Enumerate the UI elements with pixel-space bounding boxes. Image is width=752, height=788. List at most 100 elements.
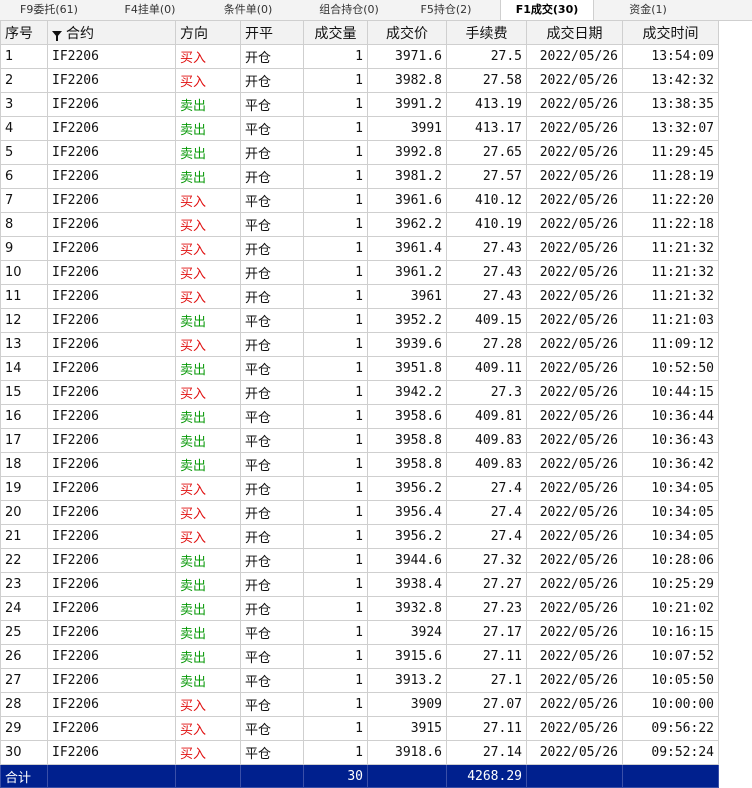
- tab-conditional[interactable]: 条件单(0): [210, 0, 286, 20]
- cell-volume: 1: [303, 740, 368, 765]
- table-row[interactable]: 24 IF2206 卖出 开仓 1 3932.8 27.23 2022/05/26 10:21:…: [0, 596, 719, 621]
- table-row[interactable]: 13 IF2206 买入 开仓 1 3939.6 27.28 2022/05/26 11:09:…: [0, 332, 719, 357]
- cell-direction: 买入: [175, 236, 241, 261]
- table-row[interactable]: 30 IF2206 买入 平仓 1 3918.6 27.14 2022/05/26 09:52:…: [0, 740, 719, 765]
- col-header-offset[interactable]: 开平: [240, 20, 304, 45]
- table-row[interactable]: 14 IF2206 卖出 平仓 1 3951.8 409.11 2022/05/26 10:52…: [0, 356, 719, 381]
- cell-time: 10:36:43: [622, 428, 719, 453]
- table-row[interactable]: 8 IF2206 买入 平仓 1 3962.2 410.19 2022/05/26 11:22:…: [0, 212, 719, 237]
- cell-date: 2022/05/26: [526, 596, 623, 621]
- table-row[interactable]: 12 IF2206 卖出 平仓 1 3952.2 409.15 2022/05/26 11:21…: [0, 308, 719, 333]
- table-row[interactable]: 19 IF2206 买入 开仓 1 3956.2 27.4 2022/05/26 10:34:0…: [0, 476, 719, 501]
- table-row[interactable]: 15 IF2206 买入 开仓 1 3942.2 27.3 2022/05/26 10:44:1…: [0, 380, 719, 405]
- table-row[interactable]: 29 IF2206 买入 平仓 1 3915 27.11 2022/05/26 09:56:22: [0, 716, 719, 741]
- cell-price: 3956.2: [367, 524, 447, 549]
- cell-price: 3981.2: [367, 164, 447, 189]
- cell-price: 3958.6: [367, 404, 447, 429]
- col-header-contract[interactable]: 合约: [47, 20, 176, 45]
- cell-contract: IF2206: [47, 260, 176, 285]
- cell-fee: 27.4: [446, 476, 527, 501]
- cell-fee: 27.43: [446, 260, 527, 285]
- cell-seq: 2: [0, 68, 48, 93]
- cell-offset: 平仓: [240, 452, 304, 477]
- tab-trades[interactable]: F1成交(30): [500, 0, 594, 20]
- cell-time: 10:16:15: [622, 620, 719, 645]
- col-header-volume[interactable]: 成交量: [303, 20, 368, 45]
- col-header-seq[interactable]: 序号: [0, 20, 48, 45]
- table-row[interactable]: 18 IF2206 卖出 平仓 1 3958.8 409.83 2022/05/26 10:36…: [0, 452, 719, 477]
- cell-offset: 平仓: [240, 716, 304, 741]
- table-row[interactable]: 7 IF2206 买入 平仓 1 3961.6 410.12 2022/05/26 11:22:…: [0, 188, 719, 213]
- cell-contract: IF2206: [47, 548, 176, 573]
- cell-direction: 买入: [175, 692, 241, 717]
- table-row[interactable]: 25 IF2206 卖出 平仓 1 3924 27.17 2022/05/26 10:16:15: [0, 620, 719, 645]
- table-row[interactable]: 16 IF2206 卖出 平仓 1 3958.6 409.81 2022/05/26 10:36…: [0, 404, 719, 429]
- cell-offset: 平仓: [240, 620, 304, 645]
- cell-date: 2022/05/26: [526, 572, 623, 597]
- cell-seq: 27: [0, 668, 48, 693]
- col-header-direction[interactable]: 方向: [175, 20, 241, 45]
- table-row[interactable]: 21 IF2206 买入 开仓 1 3956.2 27.4 2022/05/26 10:34:0…: [0, 524, 719, 549]
- table-row[interactable]: 2 IF2206 买入 开仓 1 3982.8 27.58 2022/05/26 13:42:3…: [0, 68, 719, 93]
- cell-volume: 1: [303, 548, 368, 573]
- col-header-fee[interactable]: 手续费: [446, 20, 527, 45]
- tab-funds[interactable]: 资金(1): [610, 0, 686, 20]
- cell-contract: IF2206: [47, 308, 176, 333]
- table-row[interactable]: 10 IF2206 买入 开仓 1 3961.2 27.43 2022/05/26 11:21:…: [0, 260, 719, 285]
- table-row[interactable]: 20 IF2206 买入 开仓 1 3956.4 27.4 2022/05/26 10:34:0…: [0, 500, 719, 525]
- cell-contract: IF2206: [47, 500, 176, 525]
- total-label: 合计: [0, 764, 48, 788]
- cell-seq: 7: [0, 188, 48, 213]
- tab-orders[interactable]: F9委托(61): [6, 0, 92, 20]
- cell-date: 2022/05/26: [526, 476, 623, 501]
- cell-volume: 1: [303, 668, 368, 693]
- cell-volume: 1: [303, 188, 368, 213]
- cell-contract: IF2206: [47, 116, 176, 141]
- cell-offset: 平仓: [240, 668, 304, 693]
- tab-pending[interactable]: F4挂单(0): [110, 0, 190, 20]
- cell-volume: 1: [303, 524, 368, 549]
- table-row[interactable]: 6 IF2206 卖出 开仓 1 3981.2 27.57 2022/05/26 11:28:1…: [0, 164, 719, 189]
- cell-seq: 20: [0, 500, 48, 525]
- cell-date: 2022/05/26: [526, 212, 623, 237]
- cell-direction: 买入: [175, 500, 241, 525]
- cell-volume: 1: [303, 716, 368, 741]
- table-row[interactable]: 5 IF2206 卖出 开仓 1 3992.8 27.65 2022/05/26 11:29:4…: [0, 140, 719, 165]
- table-row[interactable]: 3 IF2206 卖出 平仓 1 3991.2 413.19 2022/05/26 13:38:…: [0, 92, 719, 117]
- cell-volume: 1: [303, 596, 368, 621]
- cell-time: 11:21:03: [622, 308, 719, 333]
- table-row[interactable]: 1 IF2206 买入 开仓 1 3971.6 27.5 2022/05/26 13:54:09: [0, 44, 719, 69]
- table-row[interactable]: 4 IF2206 卖出 平仓 1 3991 413.17 2022/05/26 13:32:07: [0, 116, 719, 141]
- table-row[interactable]: 22 IF2206 卖出 开仓 1 3944.6 27.32 2022/05/26 10:28:…: [0, 548, 719, 573]
- cell-offset: 平仓: [240, 116, 304, 141]
- table-row[interactable]: 26 IF2206 卖出 平仓 1 3915.6 27.11 2022/05/26 10:07:…: [0, 644, 719, 669]
- cell-date: 2022/05/26: [526, 524, 623, 549]
- cell-time: 13:42:32: [622, 68, 719, 93]
- tab-bar: F9委托(61) F4挂单(0) 条件单(0) 组合持仓(0) F5持仓(2) …: [0, 0, 752, 21]
- tab-combo-positions[interactable]: 组合持仓(0): [304, 0, 394, 20]
- tab-positions[interactable]: F5持仓(2): [404, 0, 488, 20]
- col-header-date[interactable]: 成交日期: [526, 20, 623, 45]
- table-row[interactable]: 17 IF2206 卖出 平仓 1 3958.8 409.83 2022/05/26 10:36…: [0, 428, 719, 453]
- filter-icon[interactable]: [52, 30, 62, 41]
- cell-volume: 1: [303, 308, 368, 333]
- cell-offset: 平仓: [240, 644, 304, 669]
- cell-price: 3944.6: [367, 548, 447, 573]
- cell-fee: 409.15: [446, 308, 527, 333]
- cell-time: 13:54:09: [622, 44, 719, 69]
- col-header-price[interactable]: 成交价: [367, 20, 447, 45]
- col-header-time[interactable]: 成交时间: [622, 20, 719, 45]
- cell-fee: 27.43: [446, 284, 527, 309]
- cell-time: 11:22:20: [622, 188, 719, 213]
- cell-seq: 23: [0, 572, 48, 597]
- table-row[interactable]: 28 IF2206 买入 平仓 1 3909 27.07 2022/05/26 10:00:00: [0, 692, 719, 717]
- cell-seq: 3: [0, 92, 48, 117]
- table-row[interactable]: 27 IF2206 卖出 平仓 1 3913.2 27.1 2022/05/26 10:05:5…: [0, 668, 719, 693]
- table-row[interactable]: 23 IF2206 卖出 开仓 1 3938.4 27.27 2022/05/26 10:25:…: [0, 572, 719, 597]
- cell-contract: IF2206: [47, 596, 176, 621]
- cell-date: 2022/05/26: [526, 548, 623, 573]
- table-row[interactable]: 9 IF2206 买入 开仓 1 3961.4 27.43 2022/05/26 11:21:3…: [0, 236, 719, 261]
- table-row[interactable]: 11 IF2206 买入 开仓 1 3961 27.43 2022/05/26 11:21:32: [0, 284, 719, 309]
- cell-fee: 410.12: [446, 188, 527, 213]
- cell-seq: 15: [0, 380, 48, 405]
